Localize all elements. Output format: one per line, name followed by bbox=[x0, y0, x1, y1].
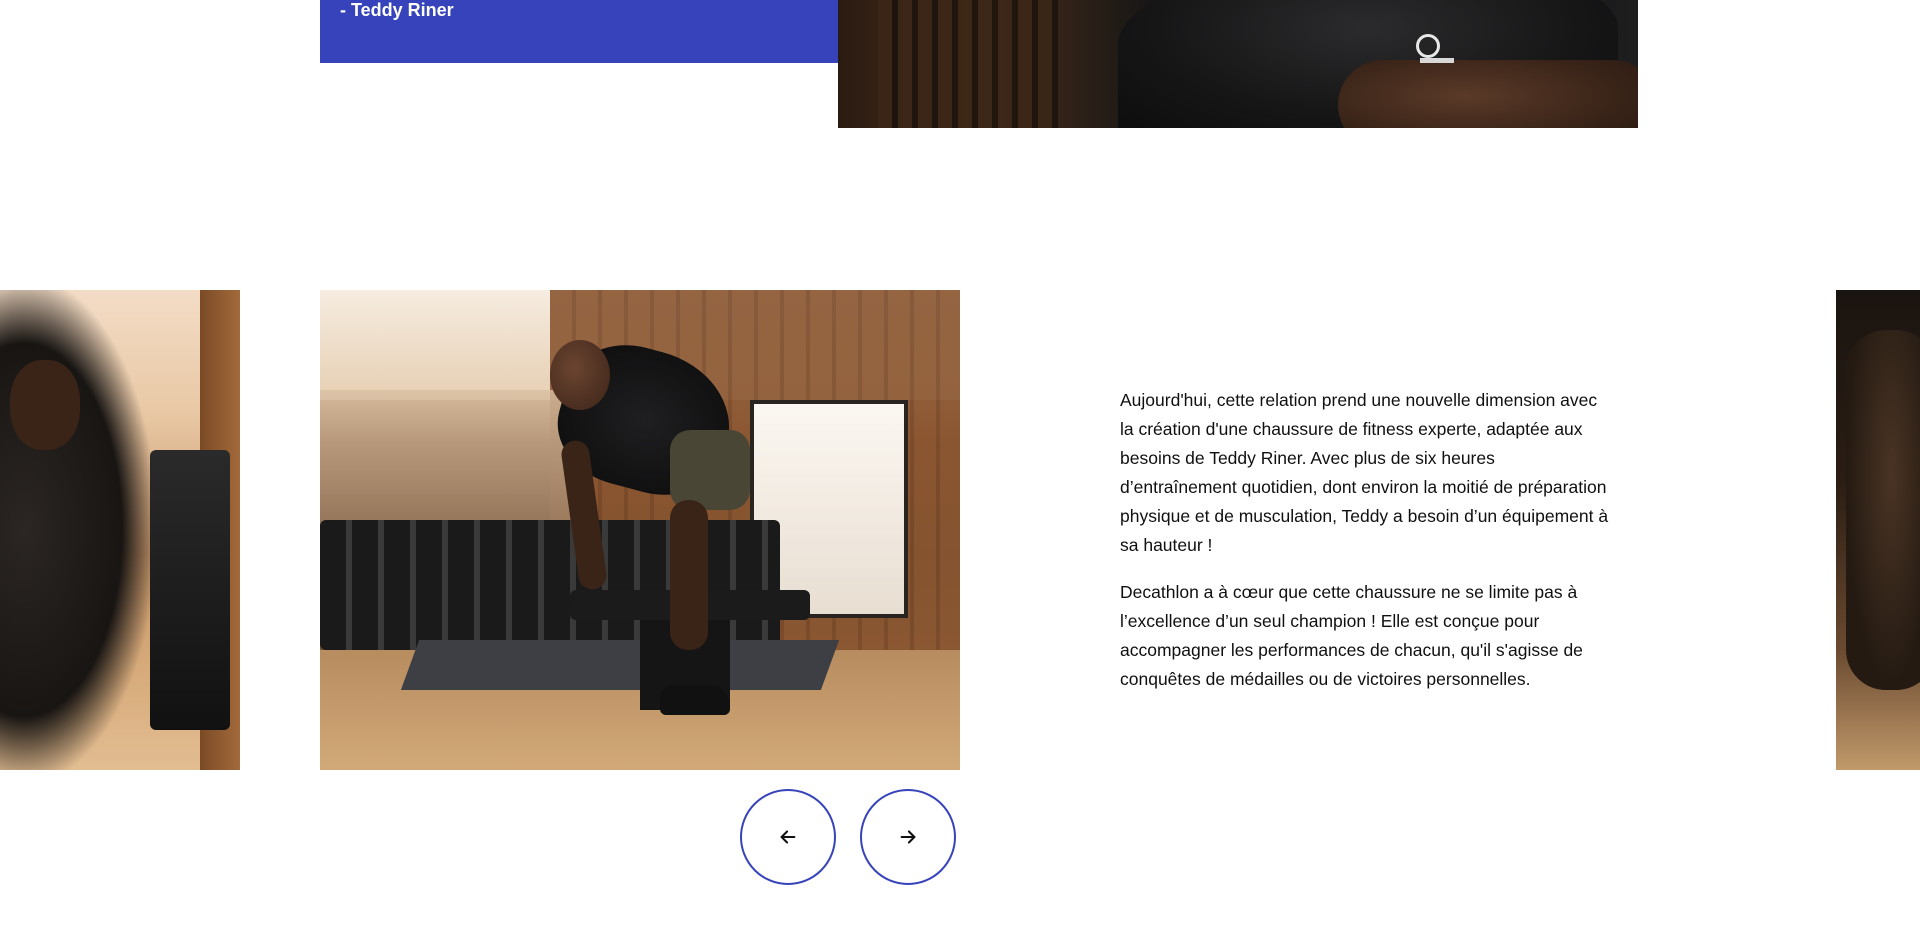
athlete-shorts bbox=[670, 430, 750, 510]
dumbbell-rack-background bbox=[878, 0, 1058, 128]
teddy-riner-portrait-photo bbox=[838, 0, 1638, 128]
athlete-leg bbox=[670, 500, 708, 650]
decathlon-logo-wordmark bbox=[1420, 58, 1454, 63]
paragraph-decathlon: Decathlon a à cœur que cette chaussure n… bbox=[1120, 582, 1583, 689]
quote-author: - Teddy Riner bbox=[340, 0, 454, 20]
athlete-figure bbox=[1846, 330, 1920, 690]
crossed-arms bbox=[1338, 60, 1638, 128]
floor-mat bbox=[400, 640, 840, 690]
decathlon-logo-icon bbox=[1416, 34, 1440, 58]
article-text: Aujourd'hui, cette relation prend une no… bbox=[1120, 386, 1610, 712]
arrow-left-icon bbox=[780, 830, 796, 844]
arrow-right-icon bbox=[900, 830, 916, 844]
carousel-slide-next[interactable] bbox=[1836, 290, 1920, 770]
page: - Teddy Riner Aujourd'hui, cette relatio… bbox=[0, 0, 1920, 945]
carousel-next-button[interactable] bbox=[860, 789, 956, 885]
carousel-slide-current[interactable] bbox=[320, 290, 960, 770]
paragraph-relation: Aujourd'hui, cette relation prend une no… bbox=[1120, 390, 1609, 555]
carousel-prev-button[interactable] bbox=[740, 789, 836, 885]
athlete-head bbox=[550, 340, 610, 410]
athlete-shoe bbox=[660, 685, 730, 715]
athlete-head bbox=[10, 360, 80, 450]
gym-machine bbox=[150, 450, 230, 730]
carousel-slide-previous[interactable] bbox=[0, 290, 240, 770]
athlete-figure bbox=[0, 290, 150, 770]
